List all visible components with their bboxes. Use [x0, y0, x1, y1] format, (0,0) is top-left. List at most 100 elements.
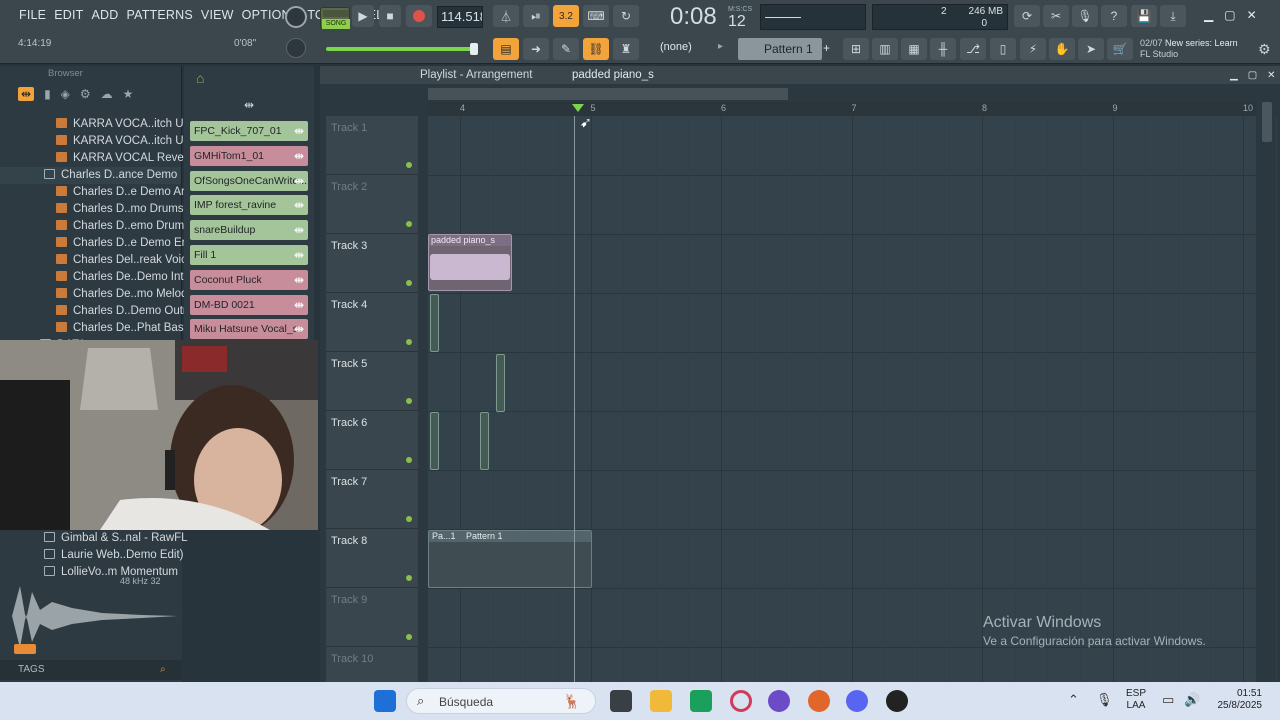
- clock[interactable]: 01:51 25/8/2025: [1212, 688, 1263, 712]
- channel-item[interactable]: Fill 1 ⇹: [190, 245, 308, 265]
- task-view-icon[interactable]: [610, 690, 632, 712]
- channel-item[interactable]: snareBuildup ⇹: [190, 220, 308, 241]
- export-button[interactable]: ⤓: [1160, 5, 1186, 27]
- browser-file[interactable]: Charles D..e Demo Arp: [0, 184, 191, 201]
- pattern-clip[interactable]: [480, 412, 489, 470]
- browser-file[interactable]: Charles D..emo Drums: [0, 218, 190, 235]
- plugin-button[interactable]: ⚡: [1020, 38, 1046, 60]
- pattern-clip-long[interactable]: Pa...1 Pattern 1: [428, 530, 592, 588]
- discord-icon[interactable]: [846, 690, 868, 712]
- menu-add[interactable]: ADD: [90, 8, 119, 22]
- channel-item[interactable]: IMP forest_ravine ⇹: [190, 195, 308, 216]
- playhead-marker-icon[interactable]: [572, 104, 584, 112]
- tags-search-icon[interactable]: ⌕: [160, 660, 166, 680]
- news-gear-icon[interactable]: ⚙: [1258, 41, 1271, 58]
- opera-icon[interactable]: [730, 690, 752, 712]
- browser-file[interactable]: Charles De..Demo Intro: [0, 269, 194, 286]
- channel-expand-icon[interactable]: ⇹: [294, 121, 304, 141]
- minimize-icon[interactable]: ▁: [1204, 8, 1213, 24]
- browser-files-icon[interactable]: ▮: [44, 87, 51, 101]
- channel-expand-icon[interactable]: ⇹: [294, 195, 304, 215]
- maximize-icon[interactable]: ▢: [1224, 8, 1235, 24]
- browser-file[interactable]: Charles Del..reak Voice: [0, 252, 193, 269]
- touch-controller-button[interactable]: ✋: [1049, 38, 1075, 60]
- arrow-button[interactable]: ➜: [523, 38, 549, 60]
- language-indicator[interactable]: ESP LAA: [1126, 688, 1146, 712]
- menu-file[interactable]: FILE: [18, 8, 47, 22]
- channel-add-icon[interactable]: ⇹: [244, 98, 254, 112]
- browser-plugin-icon[interactable]: ◈: [61, 87, 70, 101]
- channel-expand-icon[interactable]: ⇹: [294, 220, 304, 240]
- browser-file[interactable]: Charles D..Demo Outro: [0, 303, 193, 320]
- browser-file[interactable]: Charles De..mo Melody: [0, 286, 193, 303]
- pattern-prev-icon[interactable]: ▸: [718, 41, 723, 52]
- track-mute-led[interactable]: [406, 516, 412, 522]
- track-header[interactable]: Track 6: [326, 411, 418, 470]
- browser-file[interactable]: Charles D..e Demo End: [0, 235, 194, 252]
- channel-item[interactable]: DM-BD 0021 ⇹: [190, 294, 308, 315]
- tools-button[interactable]: ✂: [1043, 5, 1069, 27]
- draw-button[interactable]: ✎: [553, 38, 579, 60]
- browser-file[interactable]: KARRA VOCA..itch Up 3: [0, 133, 200, 150]
- stamp-button[interactable]: ♜: [613, 38, 639, 60]
- windows-start-icon[interactable]: [374, 690, 396, 712]
- pattern-clip[interactable]: [430, 294, 439, 352]
- track-mute-led[interactable]: [406, 575, 412, 581]
- news-panel[interactable]: 02/07 New series: Learn FL Studio: [1140, 38, 1238, 60]
- time-display[interactable]: 0:08 M:S:CS 12: [668, 3, 754, 31]
- track-mute-led[interactable]: [406, 162, 412, 168]
- browser-button[interactable]: ▯: [990, 38, 1016, 60]
- track-header[interactable]: Track 2: [326, 175, 418, 234]
- audio-clip[interactable]: padded piano_s: [428, 234, 512, 291]
- browser-cloud-icon[interactable]: ☁: [101, 87, 113, 101]
- playlist-minimize-icon[interactable]: ▁: [1230, 70, 1238, 81]
- faders-button[interactable]: ╫: [930, 38, 956, 60]
- xbox-icon[interactable]: [690, 690, 712, 712]
- channel-item[interactable]: Coconut Pluck ⇹: [190, 269, 308, 290]
- track-mute-led[interactable]: [406, 280, 412, 286]
- track-mute-led[interactable]: [406, 221, 412, 227]
- taskbar-search[interactable]: ⌕ Búsqueda 🦌: [406, 688, 596, 714]
- project-picker-button[interactable]: ⎇: [960, 38, 986, 60]
- channel-expand-icon[interactable]: ⇹: [294, 146, 304, 166]
- save-button[interactable]: 💾: [1131, 5, 1157, 27]
- pat-song-toggle[interactable]: SONG: [320, 7, 350, 29]
- arrangement-grid[interactable]: padded piano_s Pa...1 Pattern 1: [428, 116, 1277, 682]
- browser-file[interactable]: Charles De..Phat Bass: [0, 320, 189, 337]
- mic-button[interactable]: 🎙: [1072, 5, 1098, 27]
- vertical-scrollbar[interactable]: [1262, 102, 1272, 142]
- browser-folder[interactable]: LollieVo..m Momentum: [44, 564, 182, 581]
- pattern-clip[interactable]: [430, 412, 439, 470]
- track-mute-led[interactable]: [406, 398, 412, 404]
- shop-button[interactable]: 🛒: [1107, 38, 1133, 60]
- mixer-button[interactable]: ▦: [901, 38, 927, 60]
- track-header[interactable]: Track 5: [326, 352, 418, 411]
- timeline-ruler[interactable]: 4 5 6 7 8 9 10: [428, 102, 1256, 116]
- channel-expand-icon[interactable]: ⇹: [294, 270, 304, 290]
- app-icon[interactable]: [768, 690, 790, 712]
- tempo-display[interactable]: 114.518: [437, 6, 483, 28]
- master-volume-slider[interactable]: [326, 43, 478, 55]
- browser-all-icon[interactable]: ⇹: [18, 87, 35, 101]
- obs-icon[interactable]: [886, 690, 908, 712]
- browser-file[interactable]: Charles D..mo Drums 2: [0, 201, 193, 218]
- browser-folder[interactable]: Gimbal & S..nal - RawFL: [44, 530, 188, 547]
- playhead[interactable]: [574, 116, 575, 682]
- loop-record-button[interactable]: ↻: [613, 5, 639, 27]
- pattern-selector[interactable]: Pattern 1: [738, 38, 822, 60]
- channel-expand-icon[interactable]: ⇹: [294, 245, 304, 265]
- snap-link-button[interactable]: ⛓: [583, 38, 609, 60]
- master-volume-knob[interactable]: [285, 6, 307, 28]
- browser-folder[interactable]: Laurie Web..Demo Edit): [44, 547, 184, 564]
- fl-studio-icon[interactable]: [808, 690, 830, 712]
- track-mute-led[interactable]: [406, 457, 412, 463]
- track-mute-led[interactable]: [406, 634, 412, 640]
- track-header[interactable]: Track 4: [326, 293, 418, 352]
- channel-item[interactable]: Miku Hatsune Vocal_s ⇹: [190, 319, 308, 340]
- video-button[interactable]: ➤: [1078, 38, 1104, 60]
- play-button[interactable]: ▶: [352, 5, 374, 27]
- piano-roll-button[interactable]: ▥: [872, 38, 898, 60]
- channel-item[interactable]: FPC_Kick_707_01 ⇹: [190, 121, 308, 141]
- track-header[interactable]: Track 8: [326, 529, 418, 588]
- track-header[interactable]: Track 7: [326, 470, 418, 529]
